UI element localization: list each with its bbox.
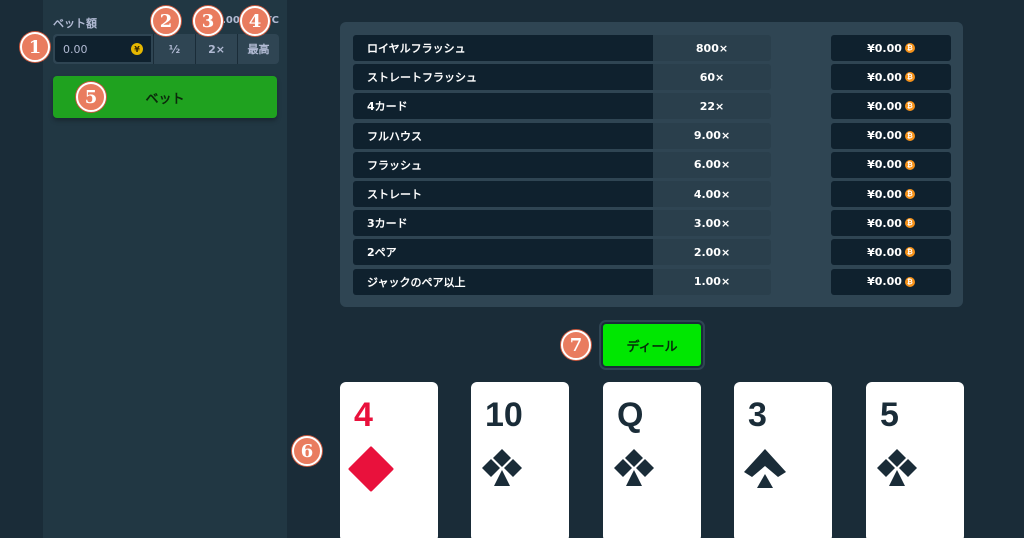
- playing-card[interactable]: 3: [734, 382, 832, 538]
- bet-amount-label: ベット額: [53, 17, 97, 30]
- payout-value: ¥0.00: [867, 216, 902, 230]
- bitcoin-icon: ₿: [904, 276, 915, 287]
- hand-payout: ¥0.00 ₿: [831, 93, 951, 120]
- payout-value: ¥0.00: [867, 41, 902, 55]
- half-bet-button[interactable]: ½: [153, 34, 195, 64]
- bitcoin-icon: ₿: [904, 218, 915, 229]
- paytable-row: ロイヤルフラッシュ 800× ¥0.00 ₿: [353, 35, 951, 61]
- card-rank: Q: [617, 396, 644, 434]
- yen-coin-icon: ¥: [131, 43, 143, 55]
- hand-name: 2ペア: [353, 239, 653, 266]
- payout-value: ¥0.00: [867, 158, 902, 172]
- paytable-row: 4カード 22× ¥0.00 ₿: [353, 93, 951, 120]
- bitcoin-icon: ₿: [904, 189, 915, 199]
- club-suit-icon: [479, 446, 525, 492]
- deal-button[interactable]: ディール: [601, 322, 703, 368]
- playing-card[interactable]: 10: [471, 382, 569, 538]
- bitcoin-icon: ₿: [904, 130, 915, 141]
- bitcoin-icon: ₿: [904, 247, 915, 258]
- payout-value: ¥0.00: [867, 275, 902, 289]
- bet-sidebar: ベット額 0.0000 BTC 0.00 ¥ ½ 2× 最高 ベット: [43, 0, 287, 538]
- card-rank: 3: [748, 396, 767, 434]
- bitcoin-icon: ₿: [904, 43, 915, 53]
- annotation-badge-1: 1: [20, 32, 50, 62]
- hand-name: ロイヤルフラッシュ: [353, 35, 653, 61]
- max-bet-button[interactable]: 最高: [237, 34, 279, 64]
- bet-amount-input[interactable]: 0.00 ¥: [55, 36, 151, 62]
- annotation-badge-3: 3: [193, 6, 223, 36]
- hand-multiplier: 4.00×: [653, 181, 771, 207]
- hand-payout: ¥0.00 ₿: [831, 64, 951, 91]
- hand-multiplier: 22×: [653, 93, 771, 120]
- hand-payout: ¥0.00 ₿: [831, 122, 951, 149]
- annotation-badge-5: 5: [76, 82, 106, 112]
- club-suit-icon: [611, 446, 657, 492]
- hand-multiplier: 800×: [653, 35, 771, 61]
- hand-payout: ¥0.00 ₿: [831, 210, 951, 237]
- card-rank: 4: [354, 396, 373, 434]
- hand-multiplier: 2.00×: [653, 239, 771, 266]
- spade-suit-icon: [742, 446, 788, 492]
- paytable-row: ジャックのペア以上 1.00× ¥0.00 ₿: [353, 268, 951, 295]
- hand-name: ストレートフラッシュ: [353, 64, 653, 91]
- hand-multiplier: 3.00×: [653, 210, 771, 237]
- hand-payout: ¥0.00 ₿: [831, 151, 951, 178]
- hand-payout: ¥0.00 ₿: [831, 35, 951, 61]
- bitcoin-icon: ₿: [904, 159, 915, 170]
- double-bet-button[interactable]: 2×: [195, 34, 237, 64]
- paytable-row: ストレート 4.00× ¥0.00 ₿: [353, 181, 951, 207]
- hand-payout: ¥0.00 ₿: [831, 268, 951, 295]
- payout-value: ¥0.00: [867, 99, 902, 113]
- annotation-badge-7: 7: [561, 330, 591, 360]
- hand-name: ジャックのペア以上: [353, 268, 653, 295]
- bitcoin-icon: ₿: [904, 101, 915, 112]
- paytable: ロイヤルフラッシュ 800× ¥0.00 ₿ ストレートフラッシュ 60× ¥0.00 ₿ 4カ…: [340, 22, 963, 307]
- payout-value: ¥0.00: [867, 70, 902, 84]
- annotation-badge-2: 2: [151, 6, 181, 36]
- playing-card[interactable]: Q: [603, 382, 701, 538]
- paytable-row: 3カード 3.00× ¥0.00 ₿: [353, 210, 951, 237]
- hand-payout: ¥0.00 ₿: [831, 239, 951, 266]
- payout-value: ¥0.00: [867, 187, 902, 201]
- hand-name: フラッシュ: [353, 151, 653, 178]
- hand-name: フルハウス: [353, 122, 653, 149]
- payout-value: ¥0.00: [867, 129, 902, 143]
- diamond-suit-icon: [348, 446, 394, 492]
- hand-multiplier: 6.00×: [653, 151, 771, 178]
- annotation-badge-6: 6: [292, 436, 322, 466]
- paytable-row: ストレートフラッシュ 60× ¥0.00 ₿: [353, 64, 951, 91]
- hand-multiplier: 60×: [653, 64, 771, 91]
- card-rank: 10: [485, 396, 523, 434]
- bitcoin-icon: ₿: [904, 72, 915, 83]
- hand-name: ストレート: [353, 181, 653, 207]
- hand-name: 3カード: [353, 210, 653, 237]
- bet-amount-row: 0.00 ¥ ½ 2× 最高: [53, 34, 279, 64]
- annotation-badge-4: 4: [240, 6, 270, 36]
- hand-name: 4カード: [353, 93, 653, 120]
- hand-multiplier: 9.00×: [653, 122, 771, 149]
- paytable-row: フラッシュ 6.00× ¥0.00 ₿: [353, 151, 951, 178]
- playing-card[interactable]: 5: [866, 382, 964, 538]
- card-rank: 5: [880, 396, 899, 434]
- club-suit-icon: [874, 446, 920, 492]
- payout-value: ¥0.00: [867, 245, 902, 259]
- hand-multiplier: 1.00×: [653, 268, 771, 295]
- paytable-row: 2ペア 2.00× ¥0.00 ₿: [353, 239, 951, 266]
- bet-amount-value: 0.00: [63, 42, 88, 56]
- paytable-row: フルハウス 9.00× ¥0.00 ₿: [353, 122, 951, 149]
- playing-card[interactable]: 4: [340, 382, 438, 538]
- hand-payout: ¥0.00 ₿: [831, 181, 951, 207]
